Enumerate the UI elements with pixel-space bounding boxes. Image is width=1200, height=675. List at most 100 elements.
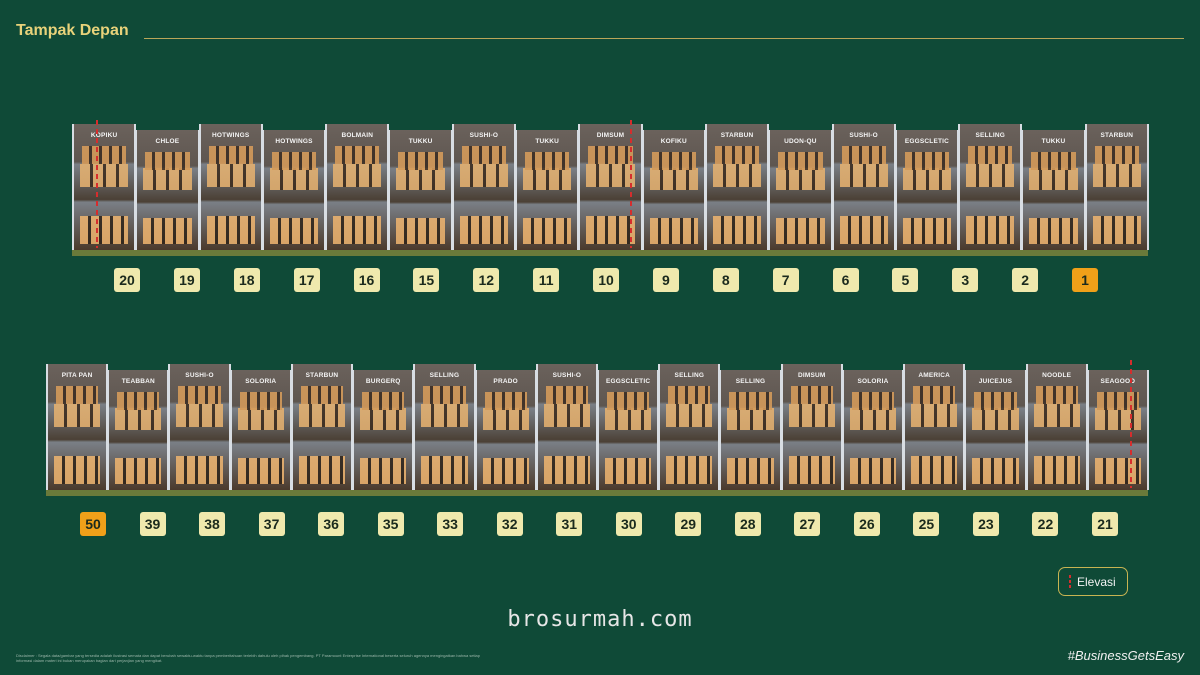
upper-window — [545, 386, 588, 404]
upper-window — [117, 392, 160, 410]
unit-number-badge[interactable]: 20 — [114, 268, 140, 292]
unit-number-badge[interactable]: 1 — [1072, 268, 1098, 292]
shophouse-facade: BURGERQ — [352, 370, 415, 490]
unit-number-badge[interactable]: 17 — [293, 268, 320, 292]
unit-number-badge[interactable]: 16 — [353, 268, 380, 292]
store-sign: PRADO — [493, 378, 518, 385]
upper-window — [729, 392, 772, 410]
upper-window — [1094, 146, 1139, 164]
elevasi-legend[interactable]: Elevasi — [1058, 567, 1128, 596]
shophouse-facade: NOODLE — [1025, 364, 1088, 490]
upper-window — [271, 152, 317, 170]
unit-number-badge[interactable]: 10 — [593, 268, 619, 292]
shophouse-facade: SUSHI-O — [535, 364, 598, 490]
upper-window — [484, 392, 527, 410]
store-sign: TUKKU — [1041, 138, 1066, 145]
shophouse-facade: STARBUN — [1084, 124, 1149, 250]
unit-number-badge[interactable]: 21 — [1092, 512, 1118, 536]
shophouse-facade: CHLOE — [135, 130, 200, 250]
store-sign: NOODLE — [1042, 372, 1072, 379]
upper-window — [525, 152, 570, 170]
store-sign: SOLORIA — [857, 378, 889, 385]
shophouse-facade: JUICEJUS — [964, 370, 1027, 490]
unit-number-badge[interactable]: 29 — [675, 512, 702, 536]
watermark: brosurmah.com — [507, 607, 693, 632]
shophouse-facade: EGGSCLETIC — [894, 130, 960, 250]
shophouse-facade: DIMSUM — [780, 364, 843, 490]
shophouse-facade: STARBUN — [704, 124, 770, 250]
disclaimer-text: Disclaimer : Segala data/gambar yang ter… — [16, 653, 480, 663]
unit-number-badge[interactable]: 2 — [1012, 268, 1039, 292]
shophouse-facade: SOLORIA — [841, 370, 905, 490]
unit-number-badge[interactable]: 12 — [473, 268, 500, 292]
store-sign: SELLING — [975, 132, 1006, 139]
unit-number-badge[interactable]: 7 — [772, 268, 799, 292]
upper-window — [239, 392, 282, 410]
unit-number-badge[interactable]: 11 — [533, 268, 560, 292]
unit-number-badge[interactable]: 25 — [913, 512, 940, 536]
shophouse-facade: SEAGOOD — [1086, 370, 1149, 490]
upper-window — [145, 152, 190, 170]
unit-number-badge[interactable]: 9 — [652, 268, 679, 292]
upper-window — [461, 146, 507, 164]
unit-number-badge[interactable]: 23 — [972, 512, 999, 536]
top-elevation-row: KOPIKU CHLOE HOTWINGS HOTWINGS BOLMAIN TUKKU S… — [72, 118, 1149, 256]
upper-window — [335, 146, 380, 164]
upper-window — [968, 146, 1013, 164]
shophouse-facade: KOFIKU — [641, 130, 706, 250]
unit-number-badge[interactable]: 35 — [377, 512, 404, 536]
store-sign: SELLING — [674, 372, 705, 379]
unit-number-badge[interactable]: 28 — [734, 512, 761, 536]
shophouse-facade: SELLING — [719, 370, 782, 490]
shophouse-facade: EGGSCLETIC — [597, 370, 660, 490]
unit-number-badge[interactable]: 32 — [496, 512, 523, 536]
shophouse-facade: TEABBAN — [107, 370, 170, 490]
upper-window — [588, 146, 633, 164]
store-sign: BURGERQ — [365, 378, 401, 385]
upper-window — [208, 146, 253, 164]
unit-number-badge[interactable]: 6 — [832, 268, 859, 292]
store-sign: HOTWINGS — [212, 132, 250, 139]
unit-number-badge[interactable]: 33 — [437, 512, 464, 536]
unit-number-badge[interactable]: 37 — [258, 512, 285, 536]
shophouse-facade: AMERICA — [903, 364, 966, 490]
unit-number-badge[interactable]: 36 — [318, 512, 345, 536]
unit-number-badge[interactable]: 5 — [892, 268, 919, 292]
store-sign: SUSHI-O — [552, 372, 582, 379]
shophouse-facade: SUSHI-O — [451, 124, 517, 250]
unit-number-badge[interactable]: 19 — [173, 268, 200, 292]
store-sign: JUICEJUS — [978, 378, 1013, 385]
unit-number-badge[interactable]: 26 — [853, 512, 880, 536]
unit-number-badge[interactable]: 22 — [1032, 512, 1059, 536]
unit-number-badge[interactable]: 3 — [952, 268, 979, 292]
shophouse-facade: DIMSUM — [578, 124, 643, 250]
store-sign: STARBUN — [305, 372, 339, 379]
store-sign: STARBUN — [1100, 132, 1134, 139]
page-title: Tampak Depan — [16, 22, 129, 39]
unit-number-badge[interactable]: 18 — [233, 268, 260, 292]
elevation-marker — [1130, 360, 1132, 488]
store-sign: SELLING — [735, 378, 766, 385]
unit-number-badge[interactable]: 30 — [615, 512, 642, 536]
upper-window — [1031, 152, 1076, 170]
store-sign: EGGSCLETIC — [605, 378, 651, 385]
unit-number-badge[interactable]: 39 — [139, 512, 166, 536]
unit-number-badge[interactable]: 27 — [794, 512, 821, 536]
legend-label: Elevasi — [1077, 574, 1116, 589]
unit-number-badge[interactable]: 8 — [712, 268, 739, 292]
upper-window — [668, 386, 711, 404]
shophouse-facade: STARBUN — [290, 364, 354, 490]
elevation-marker — [96, 120, 98, 248]
shophouse-facade: BOLMAIN — [325, 124, 390, 250]
bottom-elevation-row: PITA PAN TEABBAN SUSHI-O SOLORIA STARBUN BURG… — [46, 358, 1149, 496]
shophouse-facade: TUKKU — [1021, 130, 1086, 250]
store-sign: SUSHI-O — [469, 132, 499, 139]
title-divider — [144, 38, 1184, 39]
unit-number-badge[interactable]: 50 — [80, 512, 106, 536]
upper-window — [1035, 386, 1078, 404]
unit-number-badge[interactable]: 31 — [556, 512, 583, 536]
unit-number-badge[interactable]: 15 — [413, 268, 440, 292]
unit-number-badge[interactable]: 38 — [199, 512, 226, 536]
store-sign: BOLMAIN — [341, 132, 374, 139]
upper-window — [913, 386, 956, 404]
